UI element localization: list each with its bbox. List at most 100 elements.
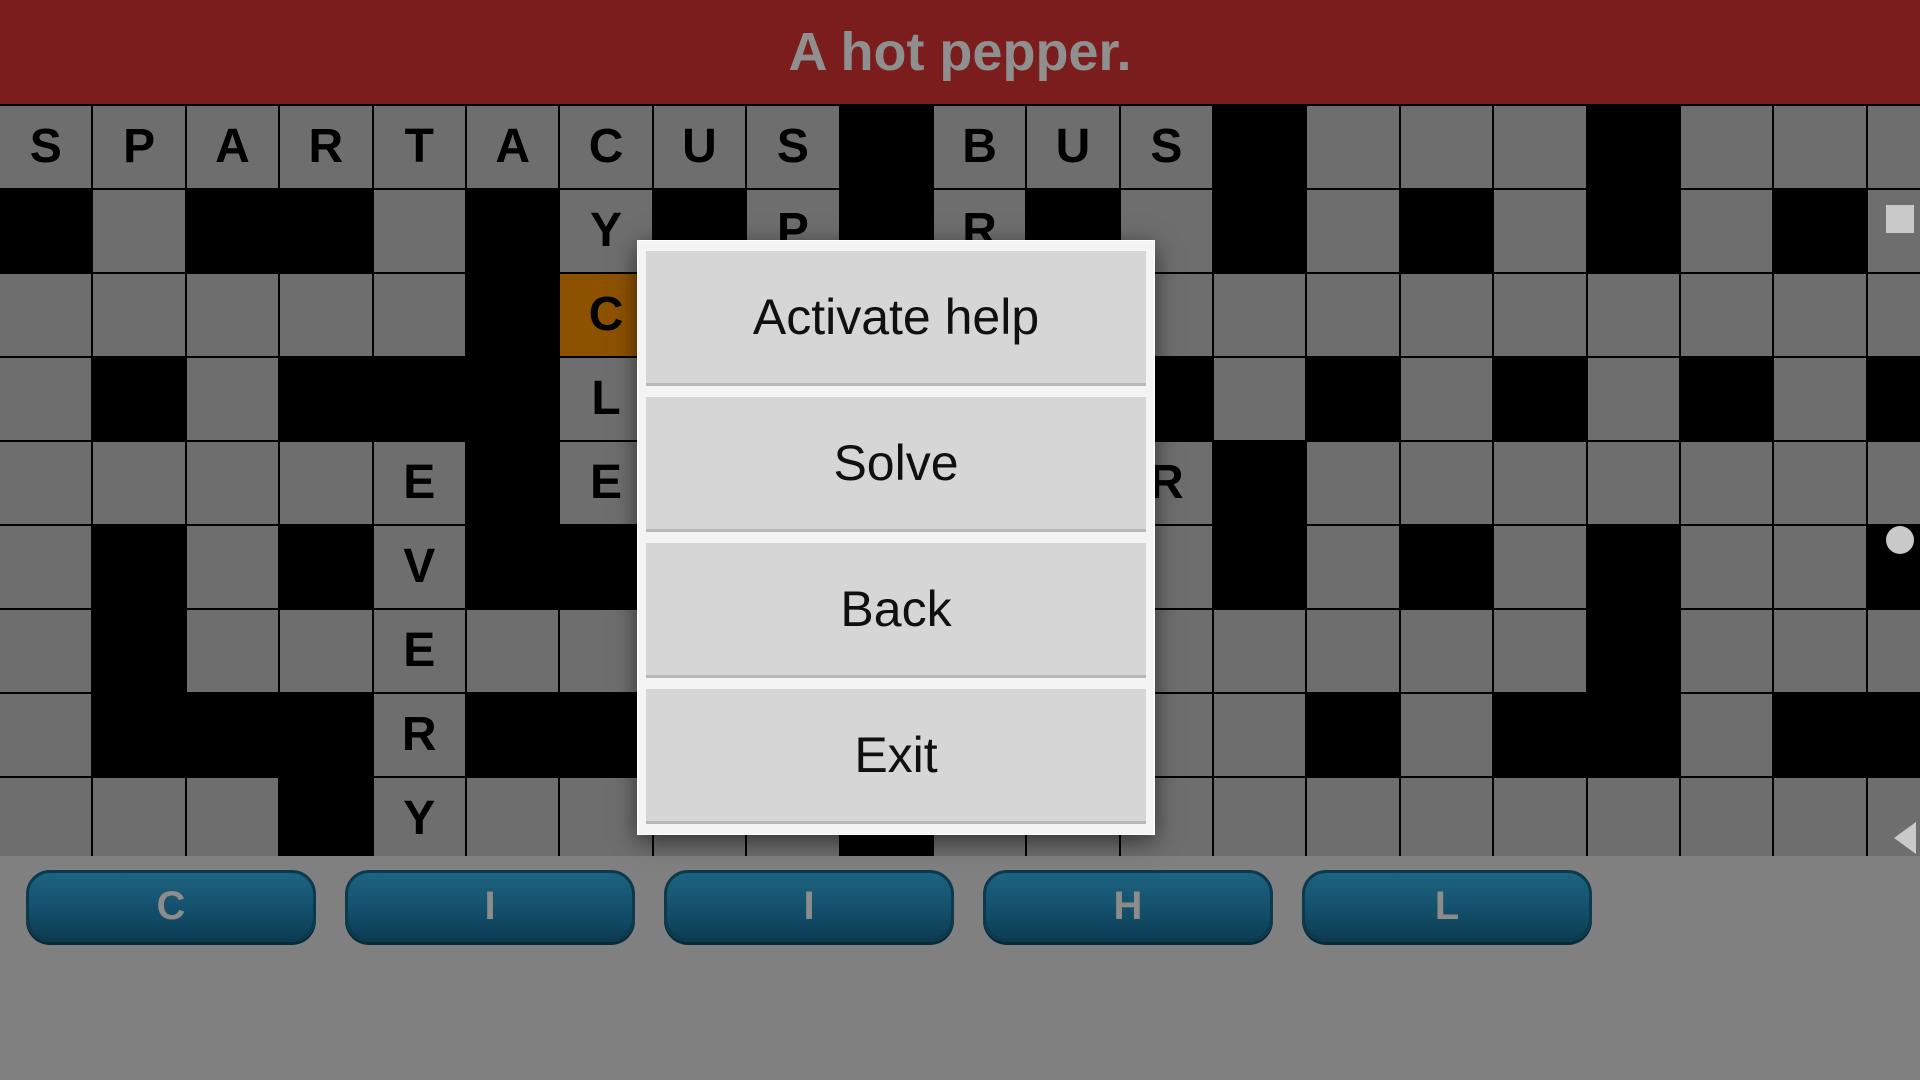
grid-cell-r3-c0[interactable] — [0, 358, 92, 440]
grid-cell-r3-c17[interactable] — [1587, 358, 1680, 440]
grid-cell-r2-c18[interactable] — [1681, 274, 1773, 356]
grid-cell-r0-c4[interactable]: T — [373, 106, 465, 188]
grid-cell-r8-c5[interactable] — [466, 778, 559, 856]
grid-cell-r4-c4[interactable]: E — [373, 442, 465, 524]
grid-cell-r4-c15[interactable] — [1400, 442, 1493, 524]
letter-keyboard[interactable]: C I I H L — [0, 856, 1920, 1080]
grid-cell-r4-c14[interactable] — [1307, 442, 1399, 524]
scroll-thumb-dot-icon[interactable] — [1886, 526, 1914, 554]
grid-cell-r8-c13[interactable] — [1214, 778, 1306, 856]
solve-button[interactable]: Solve — [646, 397, 1146, 532]
grid-cell-r4-c19[interactable] — [1774, 442, 1866, 524]
grid-cell-r4-c3[interactable] — [280, 442, 372, 524]
grid-cell-r8-c19[interactable] — [1774, 778, 1866, 856]
grid-cell-r1-c14[interactable] — [1307, 190, 1399, 272]
grid-cell-r6-c16[interactable] — [1494, 610, 1586, 692]
grid-cell-r0-c10[interactable]: B — [933, 106, 1026, 188]
grid-cell-r2-c2[interactable] — [186, 274, 279, 356]
grid-cell-r2-c4[interactable] — [373, 274, 465, 356]
grid-cell-r5-c14[interactable] — [1307, 526, 1399, 608]
grid-cell-r2-c14[interactable] — [1307, 274, 1399, 356]
grid-cell-r7-c13[interactable] — [1214, 694, 1306, 776]
grid-cell-r6-c5[interactable] — [466, 610, 559, 692]
grid-cell-r7-c18[interactable] — [1681, 694, 1773, 776]
grid-cell-r0-c8[interactable]: S — [747, 106, 839, 188]
grid-cell-r0-c6[interactable]: C — [560, 106, 652, 188]
grid-cell-r0-c19[interactable] — [1774, 106, 1866, 188]
grid-cell-r0-c15[interactable] — [1400, 106, 1493, 188]
activate-help-button[interactable]: Activate help — [646, 251, 1146, 386]
grid-cell-r5-c4[interactable]: V — [373, 526, 465, 608]
grid-cell-r1-c18[interactable] — [1681, 190, 1773, 272]
grid-cell-r8-c14[interactable] — [1307, 778, 1399, 856]
grid-cell-r6-c14[interactable] — [1307, 610, 1399, 692]
grid-cell-r4-c16[interactable] — [1494, 442, 1586, 524]
grid-cell-r2-c17[interactable] — [1587, 274, 1680, 356]
grid-cell-r8-c2[interactable] — [186, 778, 279, 856]
grid-cell-r4-c1[interactable] — [93, 442, 185, 524]
grid-cell-r5-c18[interactable] — [1681, 526, 1773, 608]
grid-cell-r6-c15[interactable] — [1400, 610, 1493, 692]
grid-cell-r5-c2[interactable] — [186, 526, 279, 608]
letter-key-1[interactable]: I — [345, 870, 635, 942]
grid-cell-r0-c14[interactable] — [1307, 106, 1399, 188]
grid-cell-r6-c18[interactable] — [1681, 610, 1773, 692]
grid-cell-r0-c12[interactable]: S — [1120, 106, 1213, 188]
grid-cell-r6-c19[interactable] — [1774, 610, 1866, 692]
grid-cell-r6-c3[interactable] — [280, 610, 372, 692]
grid-cell-r3-c15[interactable] — [1400, 358, 1493, 440]
grid-cell-r0-c7[interactable]: U — [653, 106, 746, 188]
grid-cell-r8-c4[interactable]: Y — [373, 778, 465, 856]
grid-cell-r5-c0[interactable] — [0, 526, 92, 608]
grid-cell-r0-c0[interactable]: S — [0, 106, 92, 188]
back-button[interactable]: Back — [646, 543, 1146, 678]
grid-cell-r7-c15[interactable] — [1400, 694, 1493, 776]
letter-key-3[interactable]: H — [983, 870, 1273, 942]
letter-key-2[interactable]: I — [664, 870, 954, 942]
grid-cell-r4-c2[interactable] — [186, 442, 279, 524]
grid-cell-r0-c3[interactable]: R — [280, 106, 372, 188]
grid-cell-r4-c17[interactable] — [1587, 442, 1680, 524]
letter-key-0[interactable]: C — [26, 870, 316, 942]
nav-left-arrow-icon[interactable] — [1894, 822, 1916, 854]
grid-cell-r0-c18[interactable] — [1681, 106, 1773, 188]
grid-cell-r1-c16[interactable] — [1494, 190, 1586, 272]
grid-cell-r8-c0[interactable] — [0, 778, 92, 856]
grid-cell-r6-c4[interactable]: E — [373, 610, 465, 692]
grid-cell-r8-c1[interactable] — [93, 778, 185, 856]
grid-cell-r2-c19[interactable] — [1774, 274, 1866, 356]
grid-cell-r8-c15[interactable] — [1400, 778, 1493, 856]
grid-cell-r4-c0[interactable] — [0, 442, 92, 524]
exit-button[interactable]: Exit — [646, 689, 1146, 824]
grid-cell-r0-c2[interactable]: A — [186, 106, 279, 188]
grid-cell-r2-c1[interactable] — [93, 274, 185, 356]
grid-cell-r2-c13[interactable] — [1214, 274, 1306, 356]
grid-cell-r2-c16[interactable] — [1494, 274, 1586, 356]
grid-cell-r6-c20[interactable] — [1867, 610, 1920, 692]
grid-cell-r0-c1[interactable]: P — [93, 106, 185, 188]
grid-cell-r1-c1[interactable] — [93, 190, 185, 272]
grid-cell-r8-c16[interactable] — [1494, 778, 1586, 856]
grid-cell-r6-c13[interactable] — [1214, 610, 1306, 692]
grid-cell-r3-c13[interactable] — [1214, 358, 1306, 440]
letter-key-4[interactable]: L — [1302, 870, 1592, 942]
grid-cell-r7-c4[interactable]: R — [373, 694, 465, 776]
grid-cell-r2-c3[interactable] — [280, 274, 372, 356]
scroll-thumb-square-icon[interactable] — [1886, 205, 1914, 233]
grid-cell-r6-c2[interactable] — [186, 610, 279, 692]
grid-cell-r4-c18[interactable] — [1681, 442, 1773, 524]
grid-cell-r0-c16[interactable] — [1494, 106, 1586, 188]
grid-cell-r8-c17[interactable] — [1587, 778, 1680, 856]
grid-cell-r3-c2[interactable] — [186, 358, 279, 440]
grid-cell-r3-c19[interactable] — [1774, 358, 1866, 440]
grid-cell-r0-c5[interactable]: A — [466, 106, 559, 188]
grid-cell-r6-c0[interactable] — [0, 610, 92, 692]
grid-cell-r2-c20[interactable] — [1867, 274, 1920, 356]
grid-cell-r1-c4[interactable] — [373, 190, 465, 272]
grid-cell-r7-c0[interactable] — [0, 694, 92, 776]
grid-cell-r8-c18[interactable] — [1681, 778, 1773, 856]
grid-cell-r5-c16[interactable] — [1494, 526, 1586, 608]
grid-cell-r4-c20[interactable] — [1867, 442, 1920, 524]
grid-cell-r0-c11[interactable]: U — [1027, 106, 1119, 188]
grid-cell-r2-c0[interactable] — [0, 274, 92, 356]
